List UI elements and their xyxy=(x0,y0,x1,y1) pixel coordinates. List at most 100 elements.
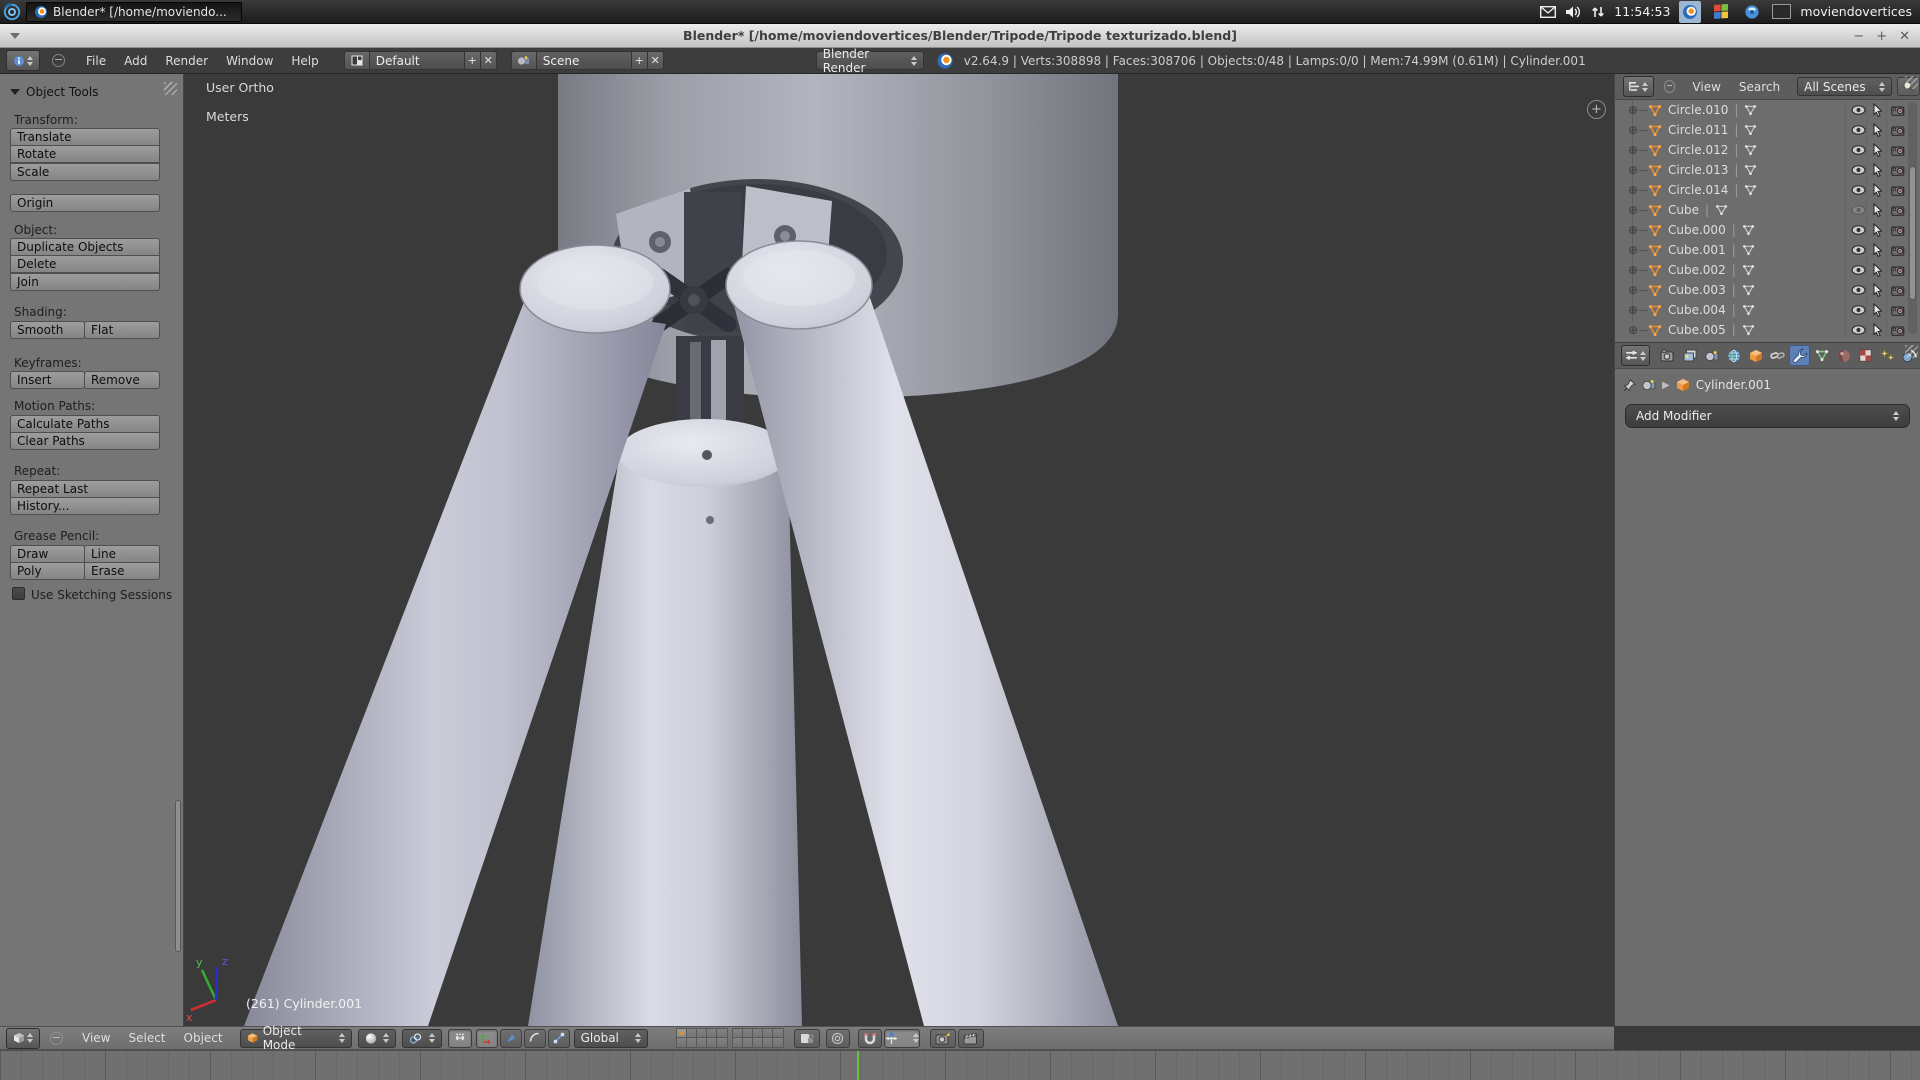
menu-file[interactable]: File xyxy=(77,54,115,68)
rotate-arc-manipulator-button[interactable] xyxy=(524,1029,546,1048)
menu-window[interactable]: Window xyxy=(217,54,282,68)
visibility-eye-icon[interactable] xyxy=(1851,205,1866,215)
expand-icon[interactable]: ⊕ xyxy=(1627,144,1639,156)
tab-texture[interactable] xyxy=(1855,345,1876,366)
renderability-camera-icon[interactable] xyxy=(1891,105,1905,116)
launcher-blender[interactable] xyxy=(1679,1,1701,23)
expand-icon[interactable]: ⊕ xyxy=(1627,104,1639,116)
expand-icon[interactable]: ⊕ xyxy=(1627,244,1639,256)
screen-layout-name-field[interactable]: Default xyxy=(369,51,465,70)
use-sketching-sessions-checkbox[interactable] xyxy=(12,587,25,600)
selectability-cursor-icon[interactable] xyxy=(1872,223,1883,237)
window-titlebar[interactable]: Blender* [/home/moviendovertices/Blender… xyxy=(0,24,1920,48)
layer-buttons-group1[interactable] xyxy=(676,1028,728,1048)
delete-screen-layout-button[interactable]: ✕ xyxy=(480,51,497,70)
expand-icon[interactable]: ⊕ xyxy=(1627,164,1639,176)
object-name[interactable]: Cube xyxy=(1668,203,1699,217)
outliner-row[interactable]: ⊕ Circle.010 | xyxy=(1615,100,1920,120)
outliner-menu-view[interactable]: View xyxy=(1683,80,1729,94)
selectability-cursor-icon[interactable] xyxy=(1872,103,1883,117)
object-name[interactable]: Cube.004 xyxy=(1668,303,1726,317)
object-name[interactable]: Cube.001 xyxy=(1668,243,1726,257)
mode-dropdown[interactable]: Object Mode xyxy=(240,1029,352,1048)
selectability-cursor-icon[interactable] xyxy=(1872,143,1883,157)
outliner-row[interactable]: ⊕ Cube.001 | xyxy=(1615,240,1920,260)
object-cube-icon[interactable] xyxy=(1676,378,1690,392)
visibility-eye-icon[interactable] xyxy=(1851,105,1866,115)
object-tools-panel-header[interactable]: Object Tools xyxy=(10,85,98,99)
origin-button[interactable]: Origin xyxy=(10,194,160,212)
delete-scene-button[interactable]: ✕ xyxy=(647,51,664,70)
workspace-pager[interactable] xyxy=(1772,4,1791,19)
pin-icon[interactable] xyxy=(1623,379,1636,392)
timeline-strip[interactable] xyxy=(0,1050,1920,1080)
tab-object-data[interactable] xyxy=(1811,345,1832,366)
expand-icon[interactable]: ⊕ xyxy=(1627,224,1639,236)
layer-buttons-group2[interactable] xyxy=(732,1028,784,1048)
renderability-camera-icon[interactable] xyxy=(1891,305,1905,316)
outliner-display-dropdown[interactable]: All Scenes xyxy=(1797,77,1891,96)
region-resize-grip-icon[interactable] xyxy=(1905,345,1918,358)
selectability-cursor-icon[interactable] xyxy=(1872,123,1883,137)
expand-icon[interactable]: ⊕ xyxy=(1627,124,1639,136)
current-frame-playhead[interactable] xyxy=(857,1051,859,1080)
manipulator-toggle-button[interactable] xyxy=(448,1029,472,1048)
visibility-eye-icon[interactable] xyxy=(1851,265,1866,275)
selectability-cursor-icon[interactable] xyxy=(1872,303,1883,317)
renderability-camera-icon[interactable] xyxy=(1891,225,1905,236)
outliner-row[interactable]: ⊕ Cube.003 | xyxy=(1615,280,1920,300)
selectability-cursor-icon[interactable] xyxy=(1872,183,1883,197)
region-resize-grip-icon[interactable] xyxy=(1905,76,1918,89)
close-button[interactable]: ✕ xyxy=(1899,29,1910,44)
editor-type-selector[interactable] xyxy=(6,50,40,71)
tab-constraints[interactable] xyxy=(1767,345,1788,366)
object-name[interactable]: Cube.002 xyxy=(1668,263,1726,277)
selectability-cursor-icon[interactable] xyxy=(1872,243,1883,257)
object-name[interactable]: Cube.003 xyxy=(1668,283,1726,297)
menu-help[interactable]: Help xyxy=(282,54,327,68)
renderability-camera-icon[interactable] xyxy=(1891,185,1905,196)
expand-icon[interactable]: ⊕ xyxy=(1627,304,1639,316)
header-collapse-icon[interactable] xyxy=(52,54,65,67)
visibility-eye-icon[interactable] xyxy=(1851,125,1866,135)
tab-object[interactable] xyxy=(1745,345,1766,366)
renderability-camera-icon[interactable] xyxy=(1891,145,1905,156)
object-name[interactable]: Circle.013 xyxy=(1668,163,1728,177)
scene-browse-button[interactable] xyxy=(511,51,537,70)
proportional-edit-button[interactable] xyxy=(826,1029,850,1048)
object-name[interactable]: Cube.000 xyxy=(1668,223,1726,237)
editor-type-selector[interactable] xyxy=(1623,76,1654,97)
menu-render[interactable]: Render xyxy=(156,54,217,68)
minimize-button[interactable]: − xyxy=(1853,29,1864,44)
visibility-eye-icon[interactable] xyxy=(1851,185,1866,195)
tab-material[interactable] xyxy=(1833,345,1854,366)
lock-to-scene-button[interactable] xyxy=(794,1029,820,1048)
selectability-cursor-icon[interactable] xyxy=(1872,203,1883,217)
outliner-row[interactable]: ⊕ Cube.005 | xyxy=(1615,320,1920,336)
render-animation-button[interactable] xyxy=(958,1029,984,1048)
visibility-eye-icon[interactable] xyxy=(1851,305,1866,315)
outliner-row[interactable]: ⊕ Cube.000 | xyxy=(1615,220,1920,240)
shade-smooth-button[interactable]: Smooth xyxy=(10,321,85,339)
expand-icon[interactable]: ⊕ xyxy=(1627,184,1639,196)
render-engine-dropdown[interactable]: Blender Render xyxy=(816,51,924,70)
selectability-cursor-icon[interactable] xyxy=(1872,163,1883,177)
object-name[interactable]: Circle.011 xyxy=(1668,123,1728,137)
screen-layout-browse-button[interactable] xyxy=(344,51,370,70)
visibility-eye-icon[interactable] xyxy=(1851,325,1866,335)
expand-icon[interactable]: ⊕ xyxy=(1627,204,1639,216)
repeat-last-button[interactable]: Repeat Last xyxy=(10,480,160,498)
panel-resize-grip-icon[interactable] xyxy=(164,82,177,95)
clear-paths-button[interactable]: Clear Paths xyxy=(10,432,160,450)
properties-region-plus-icon[interactable]: + xyxy=(1587,100,1606,119)
menu-select[interactable]: Select xyxy=(119,1031,174,1045)
header-collapse-icon[interactable] xyxy=(50,1032,63,1045)
taskbar-window-button[interactable]: Blender* [/home/moviendo... xyxy=(26,2,242,22)
outliner-row[interactable]: ⊕ Circle.011 | xyxy=(1615,120,1920,140)
object-name[interactable]: Circle.010 xyxy=(1668,103,1728,117)
selectability-cursor-icon[interactable] xyxy=(1872,263,1883,277)
tab-render-layers[interactable] xyxy=(1679,345,1700,366)
visibility-eye-icon[interactable] xyxy=(1851,145,1866,155)
visibility-eye-icon[interactable] xyxy=(1851,245,1866,255)
add-screen-layout-button[interactable]: + xyxy=(464,51,481,70)
